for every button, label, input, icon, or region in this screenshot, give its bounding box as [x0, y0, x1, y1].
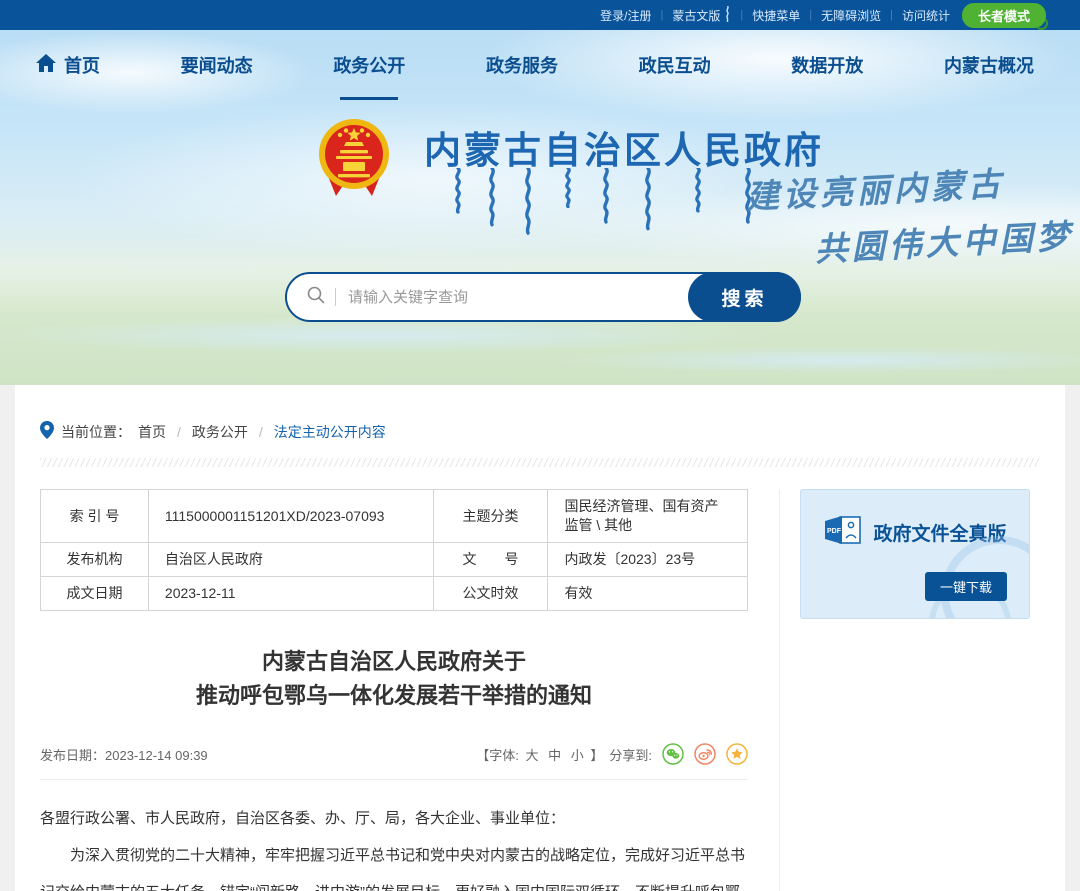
main-column: 索 引 号 1115000001151201XD/2023-07093 主题分类…	[40, 489, 779, 891]
search-bar: 搜索	[285, 272, 801, 322]
site-title: 内蒙古自治区人民政府	[424, 120, 824, 174]
mongolian-script-icon	[724, 6, 731, 25]
divider	[335, 288, 336, 306]
meta-value-date-written: 2023-12-11	[148, 577, 433, 611]
hatched-divider	[40, 458, 1040, 467]
nav-item-gov-services[interactable]: 政务服务	[486, 52, 558, 84]
divider: |	[660, 9, 663, 21]
document-meta-table: 索 引 号 1115000001151201XD/2023-07093 主题分类…	[40, 489, 748, 611]
national-emblem	[318, 118, 390, 205]
pdf-file-icon: PDF	[823, 514, 863, 551]
nav-item-label: 内蒙古概况	[944, 52, 1034, 78]
nav-item-label: 数据开放	[791, 52, 863, 78]
sidebar-column: PDF 政府文件全真版 一键下载	[779, 489, 1040, 891]
publish-row: 发布日期：2023-12-14 09:39 【字体: 大 中 小 】 分享到:	[40, 743, 748, 765]
breadcrumb: 当前位置： 首页 / 政务公开 / 法定主动公开内容	[40, 385, 1040, 442]
nav-item-overview[interactable]: 内蒙古概况	[944, 52, 1034, 84]
nav-item-label: 政民互动	[639, 52, 711, 78]
font-size-prefix: 【字体:	[476, 748, 519, 763]
nav-item-interaction[interactable]: 政民互动	[639, 52, 711, 84]
nav-item-open-data[interactable]: 数据开放	[791, 52, 863, 84]
pdf-box-header: PDF 政府文件全真版	[801, 514, 1029, 551]
font-size-large[interactable]: 大	[525, 748, 538, 763]
mongolian-version-link[interactable]: 蒙古文版	[672, 7, 720, 24]
home-icon	[36, 54, 56, 77]
table-row: 发布机构 自治区人民政府 文 号 内政发〔2023〕23号	[41, 543, 748, 577]
pdf-box-title: 政府文件全真版	[873, 519, 1006, 546]
pdf-download-box: PDF 政府文件全真版 一键下载	[800, 489, 1030, 619]
divider: |	[809, 9, 812, 21]
font-size-medium[interactable]: 中	[548, 748, 561, 763]
paragraph-intro: 为深入贯彻党的二十大精神，牢牢把握习近平总书记和党中央对内蒙古的战略定位，完成好…	[40, 837, 748, 891]
breadcrumb-separator: /	[259, 424, 263, 440]
slogan: 建设亮丽内蒙古 共圆伟大中国梦	[745, 154, 1075, 275]
divider	[40, 779, 748, 780]
font-size-suffix: 】	[590, 748, 603, 763]
share-label: 分享到:	[609, 745, 652, 764]
nav-item-home[interactable]: 首页	[36, 52, 100, 84]
slogan-line2: 共圆伟大中国梦	[813, 209, 1074, 270]
publish-date-value: 2023-12-14 09:39	[105, 748, 208, 763]
meta-label: 成文日期	[41, 577, 149, 611]
document-title-line1: 内蒙古自治区人民政府关于	[40, 645, 748, 679]
main-navigation: 首页 要闻动态 政务公开 政务服务 政民互动 数据开放 内蒙古概况	[0, 30, 1080, 92]
one-click-download-button[interactable]: 一键下载	[925, 572, 1007, 601]
meta-label: 文 号	[433, 543, 548, 577]
site-header: 首页 要闻动态 政务公开 政务服务 政民互动 数据开放 内蒙古概况	[0, 30, 1080, 385]
share-icons	[662, 743, 748, 765]
table-row: 成文日期 2023-12-11 公文时效 有效	[41, 577, 748, 611]
meta-value-issuing-agency: 自治区人民政府	[148, 543, 433, 577]
location-pin-icon	[40, 421, 54, 442]
nav-item-label: 政务公开	[333, 52, 405, 78]
meta-label: 主题分类	[433, 490, 548, 543]
table-row: 索 引 号 1115000001151201XD/2023-07093 主题分类…	[41, 490, 748, 543]
publish-tools: 【字体: 大 中 小 】 分享到:	[476, 743, 748, 765]
nav-item-label: 要闻动态	[181, 52, 253, 78]
search-button[interactable]: 搜索	[688, 272, 801, 322]
font-size-control: 【字体: 大 中 小 】	[476, 745, 603, 764]
svg-text:PDF: PDF	[827, 528, 842, 535]
document-title: 内蒙古自治区人民政府关于 推动呼包鄂乌一体化发展若干举措的通知	[40, 645, 748, 713]
breadcrumb-home[interactable]: 首页	[138, 422, 166, 442]
meta-value-validity: 有效	[548, 577, 748, 611]
document-title-line2: 推动呼包鄂乌一体化发展若干举措的通知	[40, 679, 748, 713]
top-utility-bar: 登录/注册 | 蒙古文版 | 快捷菜单 | 无障碍浏览 | 访问统计 长者模式	[0, 0, 1080, 30]
search-icon	[307, 286, 325, 309]
breadcrumb-gov-disclosure[interactable]: 政务公开	[192, 422, 248, 442]
accessibility-link[interactable]: 无障碍浏览	[821, 7, 881, 24]
page-background: 当前位置： 首页 / 政务公开 / 法定主动公开内容 索 引 号 1115000…	[0, 385, 1080, 891]
nav-item-gov-disclosure[interactable]: 政务公开	[333, 52, 405, 84]
breadcrumb-label: 当前位置：	[61, 422, 131, 442]
search-pill: 搜索	[285, 272, 801, 322]
quick-menu-link[interactable]: 快捷菜单	[752, 7, 800, 24]
mongolian-script	[452, 168, 782, 255]
meta-value-topic-category: 国民经济管理、国有资产监管 \ 其他	[548, 490, 748, 543]
login-register-link[interactable]: 登录/注册	[600, 7, 651, 24]
meta-label: 发布机构	[41, 543, 149, 577]
publish-date-label: 发布日期：	[40, 748, 105, 763]
breadcrumb-current[interactable]: 法定主动公开内容	[274, 422, 386, 442]
font-size-small[interactable]: 小	[571, 748, 584, 763]
divider: |	[890, 9, 893, 21]
meta-label: 索 引 号	[41, 490, 149, 543]
content-row: 索 引 号 1115000001151201XD/2023-07093 主题分类…	[40, 489, 1040, 891]
favorite-star-icon[interactable]	[726, 743, 748, 765]
nav-item-label: 政务服务	[486, 52, 558, 78]
weibo-share-icon[interactable]	[694, 743, 716, 765]
wechat-share-icon[interactable]	[662, 743, 684, 765]
document-body: 各盟行政公署、市人民政府，自治区各委、办、厅、局，各大企业、事业单位： 为深入贯…	[40, 800, 748, 891]
meta-value-index-number: 1115000001151201XD/2023-07093	[148, 490, 433, 543]
divider: |	[740, 9, 743, 21]
meta-value-doc-number: 内政发〔2023〕23号	[548, 543, 748, 577]
nav-item-news[interactable]: 要闻动态	[181, 52, 253, 84]
meta-label: 公文时效	[433, 577, 548, 611]
visit-stats-link[interactable]: 访问统计	[902, 7, 950, 24]
nav-item-label: 首页	[64, 52, 100, 78]
elder-mode-button[interactable]: 长者模式	[962, 3, 1046, 28]
publish-date: 发布日期：2023-12-14 09:39	[40, 745, 208, 764]
breadcrumb-separator: /	[177, 424, 181, 440]
content-card: 当前位置： 首页 / 政务公开 / 法定主动公开内容 索 引 号 1115000…	[15, 385, 1065, 891]
paragraph-salutation: 各盟行政公署、市人民政府，自治区各委、办、厅、局，各大企业、事业单位：	[40, 800, 748, 837]
